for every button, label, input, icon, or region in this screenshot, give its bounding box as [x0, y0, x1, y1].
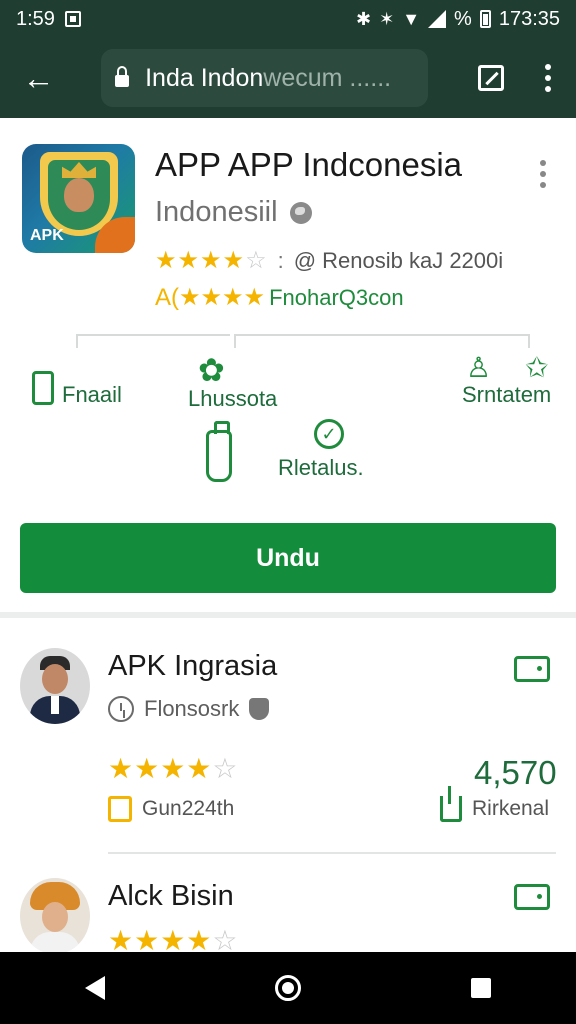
list-item[interactable]: APK Ingrasia Flonsosrk ★★★★☆ 4,570 Gun22…	[0, 624, 576, 856]
badge-prefix: A(	[155, 283, 179, 311]
share-button[interactable]	[468, 54, 515, 102]
list-item-stars: ★★★★☆	[108, 753, 239, 784]
url-text: Inda Indon	[145, 63, 264, 92]
url-bar[interactable]: Inda Indon wecum ......	[101, 49, 428, 107]
browser-toolbar: ← Inda Indon wecum ......	[0, 38, 576, 118]
globe-icon	[289, 201, 312, 224]
bluetooth-icon: ✱	[356, 9, 372, 29]
list-item-title: Alck Bisin	[108, 880, 234, 912]
badge-label: FnoharQ3con	[269, 284, 404, 310]
nav-home-icon[interactable]	[275, 975, 301, 1001]
list-item-count: 4,570	[474, 754, 557, 791]
avatar	[20, 878, 90, 952]
arrow-back-icon: ←	[22, 59, 55, 96]
rating-row: ★★★★☆ : @ Renosib kaJ 2200i	[155, 247, 504, 274]
action-lhussota[interactable]: ✿ Lhussota	[188, 354, 277, 412]
shield-icon	[249, 698, 270, 720]
status-time: 1:59	[16, 7, 55, 30]
rating-stars: ★★★★☆	[155, 247, 268, 274]
list-item-title: APK Ingrasia	[108, 650, 278, 682]
url-text-faded: wecum ......	[263, 63, 392, 92]
menu-button[interactable]	[515, 54, 562, 102]
action-srntatem[interactable]: ♙ ✩ Srntatem	[462, 354, 551, 408]
developer-name: Indonesiil	[155, 196, 278, 228]
badge-stars: ★★★★	[179, 284, 266, 311]
system-nav-bar	[0, 952, 576, 1024]
battery-icon	[479, 10, 491, 28]
star-badge-icon: ✩	[525, 352, 549, 383]
tag-icon	[108, 796, 132, 822]
nav-recents-icon[interactable]	[471, 978, 491, 998]
action-label: Rletalus.	[278, 455, 364, 480]
developer-row[interactable]: Indonesiil	[155, 196, 312, 229]
divider	[234, 334, 530, 336]
wifi-icon: ▼	[402, 9, 421, 29]
lock-icon	[115, 66, 130, 87]
check-circle-icon: ✓	[314, 419, 344, 449]
badge-row: A( ★★★★ FnoharQ3con	[155, 283, 404, 312]
notification-icon	[64, 11, 81, 27]
ribbon-icon: ♙	[466, 352, 492, 383]
card-icon[interactable]	[514, 656, 550, 682]
action-fnaail[interactable]: Fnaail	[32, 368, 122, 408]
status-percent: %	[454, 7, 472, 30]
list-item-action[interactable]: Rirkenal	[440, 786, 549, 822]
list-item-sub: Flonsosrk	[108, 696, 270, 722]
share-box-icon	[478, 65, 505, 91]
vibrate-icon: ✶	[379, 9, 395, 29]
phone-icon	[32, 371, 54, 405]
list-item-tag: Gun224th	[108, 796, 234, 822]
app-detail-card: APK APP APP Indconesia Indonesiil ★★★★☆ …	[0, 118, 576, 618]
upload-icon	[440, 786, 462, 822]
bottle-icon	[206, 421, 232, 482]
action-label: Fnaail	[62, 382, 122, 407]
app-title: APP APP Indconesia	[155, 146, 463, 183]
list-item-stars: ★★★★☆	[108, 925, 239, 952]
divider	[76, 334, 230, 336]
action-label: Lhussota	[188, 386, 278, 411]
nav-back-icon[interactable]	[85, 976, 105, 1000]
status-clock: 173:35	[498, 7, 560, 30]
clock-icon	[108, 696, 134, 722]
list-item[interactable]: Alck Bisin ★★★★☆	[0, 856, 576, 952]
app-icon-label: APK	[30, 227, 64, 244]
action-label: Srntatem	[462, 382, 552, 407]
clover-icon: ✿	[198, 352, 225, 388]
rating-meta: @ Renosib kaJ 2200i	[293, 247, 504, 273]
card-icon[interactable]	[514, 884, 550, 910]
signal-icon	[428, 10, 447, 28]
action-rletalus[interactable]: ✓ Rletalus.	[206, 418, 364, 482]
back-button[interactable]: ←	[14, 53, 63, 103]
status-bar: 1:59 ✱ ✶ ▼ % 173:35	[0, 0, 576, 38]
divider	[108, 852, 556, 854]
app-icon[interactable]: APK	[22, 144, 135, 253]
more-vert-icon	[545, 64, 552, 92]
install-button[interactable]: Undu	[20, 523, 556, 593]
app-options-button[interactable]	[540, 160, 546, 188]
avatar	[20, 648, 90, 724]
